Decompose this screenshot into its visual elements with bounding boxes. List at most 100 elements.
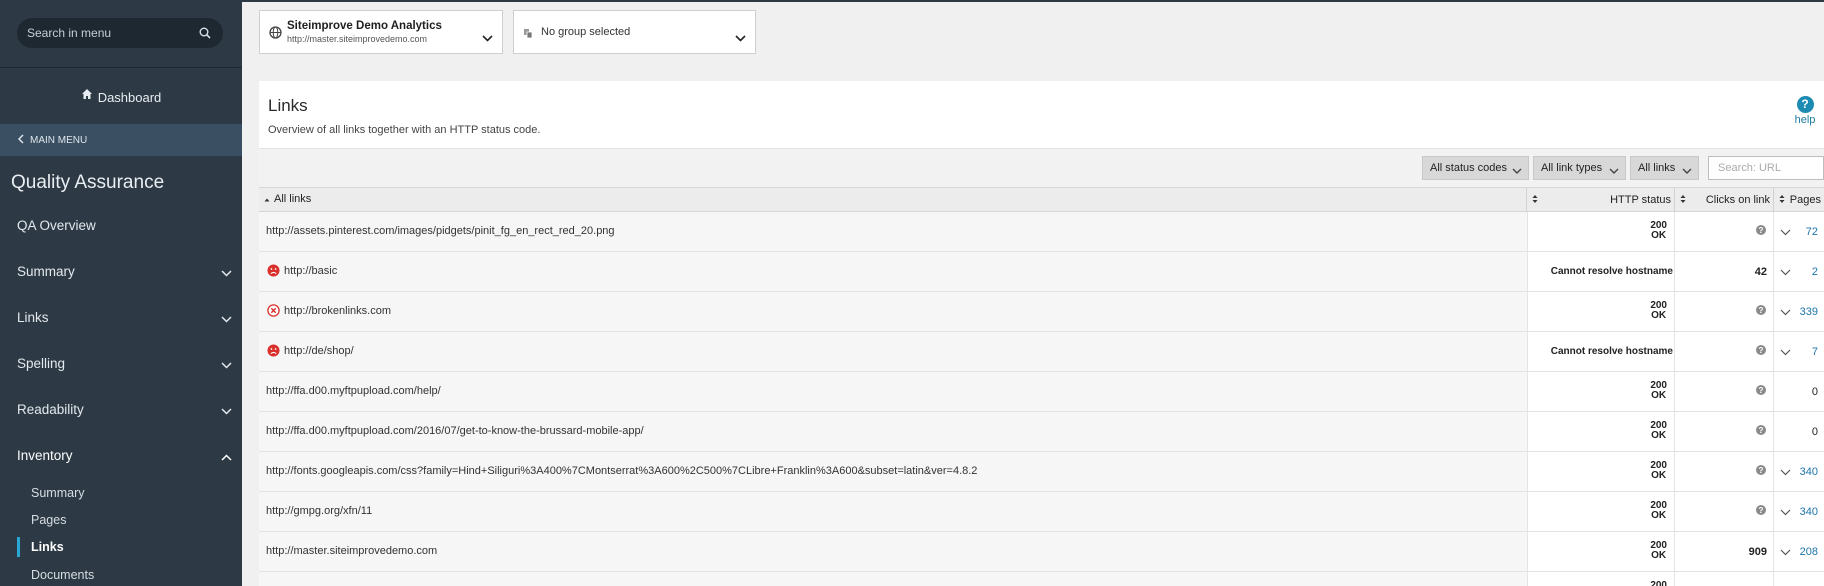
table-row[interactable]: http://fonts.googleapis.com/css?family=H… — [259, 452, 1824, 492]
sidebar-subitem-links[interactable]: Links — [0, 534, 242, 560]
column-http-status[interactable]: HTTP status — [1527, 188, 1674, 211]
svg-text:?: ? — [1759, 426, 1764, 435]
svg-text:?: ? — [1759, 386, 1764, 395]
expand-chevron-icon[interactable] — [1780, 267, 1791, 279]
pages-cell: 339 — [1773, 292, 1824, 331]
pages-link[interactable]: 7 — [1812, 346, 1818, 358]
filter-bar: All status codes All link types All link… — [259, 148, 1824, 187]
table-row[interactable]: http://de/shop/Cannot resolve hostname? 7 — [259, 332, 1824, 372]
sort-icon — [1532, 194, 1538, 207]
expand-chevron-icon[interactable] — [1780, 347, 1791, 359]
status-error: Cannot resolve hostname — [1550, 346, 1673, 357]
sidebar-subitem-documents[interactable]: Documents — [0, 562, 242, 586]
column-clicks[interactable]: Clicks on link — [1675, 188, 1773, 211]
clicks-cell: ? — [1674, 212, 1773, 251]
pages-link[interactable]: 72 — [1806, 226, 1818, 238]
link-url[interactable]: http://fonts.googleapis.com/css?family=H… — [266, 465, 977, 477]
unknown-info-icon[interactable]: ? — [1756, 305, 1766, 318]
menu-search[interactable] — [17, 18, 223, 48]
help-button[interactable]: ? help — [1789, 96, 1821, 126]
globe-icon — [269, 26, 282, 44]
sidebar: Dashboard MAIN MENU Quality Assurance QA… — [0, 0, 242, 586]
sidebar-item-spelling[interactable]: Spelling — [0, 340, 242, 386]
section-title: Quality Assurance — [11, 172, 165, 193]
link-url[interactable]: http://basic — [284, 265, 337, 277]
table-row[interactable]: 200 — [259, 572, 1824, 586]
table-row[interactable]: http://ffa.d00.myftpupload.com/2016/07/g… — [259, 412, 1824, 452]
expand-chevron-icon[interactable] — [1780, 547, 1791, 559]
expand-chevron-icon[interactable] — [1780, 227, 1791, 239]
expand-chevron-icon[interactable] — [1780, 507, 1791, 519]
sidebar-item-links[interactable]: Links — [0, 294, 242, 340]
http-status-cell: Cannot resolve hostname — [1527, 332, 1674, 371]
sidebar-item-qa-overview[interactable]: QA Overview — [0, 202, 242, 248]
link-types-filter[interactable]: All link types — [1533, 156, 1626, 180]
link-url[interactable]: http://master.siteimprovedemo.com — [266, 545, 437, 557]
sidebar-item-readability[interactable]: Readability — [0, 386, 242, 432]
sidebar-item-label: QA Overview — [17, 217, 96, 233]
sidebar-subitem-pages[interactable]: Pages — [0, 507, 242, 533]
expand-chevron-icon[interactable] — [1780, 467, 1791, 479]
link-url[interactable]: http://ffa.d00.myftpupload.com/2016/07/g… — [266, 425, 644, 437]
dashboard-link[interactable]: Dashboard — [0, 72, 242, 122]
menu-search-input[interactable] — [27, 26, 197, 40]
link-url[interactable]: http://gmpg.org/xfn/11 — [266, 505, 372, 517]
link-url[interactable]: http://de/shop/ — [284, 345, 354, 357]
link-url[interactable]: http://ffa.d00.myftpupload.com/help/ — [266, 385, 441, 397]
column-all-links[interactable]: All links — [259, 188, 1526, 211]
table-row[interactable]: http://gmpg.org/xfn/11 200 OK? 340 — [259, 492, 1824, 532]
clicks-cell: ? — [1674, 372, 1773, 411]
clicks-cell: 909 — [1674, 532, 1773, 571]
unknown-info-icon[interactable]: ? — [1756, 505, 1766, 518]
table-row[interactable]: http://basic Cannot resolve hostname 42 2 — [259, 252, 1824, 292]
pages-cell: 2 — [1773, 252, 1824, 291]
sad-face-icon — [267, 344, 280, 362]
site-url: http://master.siteimprovedemo.com — [287, 34, 428, 44]
http-status-cell: Cannot resolve hostname — [1527, 252, 1674, 291]
sidebar-item-label: Links — [17, 309, 49, 325]
site-selector[interactable]: Siteimprove Demo Analytics http://master… — [259, 10, 503, 54]
clicks-cell: ? — [1674, 332, 1773, 371]
sidebar-subitem-summary[interactable]: Summary — [0, 480, 242, 506]
link-url[interactable]: http://brokenlinks.com — [284, 305, 391, 317]
group-selector[interactable]: No group selected — [513, 10, 756, 54]
status-text: OK — [1651, 390, 1667, 401]
unknown-info-icon[interactable]: ? — [1756, 225, 1766, 238]
sidebar-item-inventory[interactable]: Inventory — [0, 432, 242, 478]
pages-link[interactable]: 340 — [1800, 506, 1818, 518]
table-header: All links HTTP status Clicks on link Pag… — [259, 187, 1824, 212]
table-row[interactable]: http://brokenlinks.com 200 OK? 339 — [259, 292, 1824, 332]
pages-link[interactable]: 339 — [1800, 306, 1818, 318]
expand-chevron-icon[interactable] — [1780, 307, 1791, 319]
status-codes-filter[interactable]: All status codes — [1422, 156, 1529, 180]
unknown-info-icon[interactable]: ? — [1756, 465, 1766, 478]
svg-text:?: ? — [1759, 226, 1764, 235]
chevron-down-icon — [221, 403, 232, 418]
table-row[interactable]: http://assets.pinterest.com/images/pidge… — [259, 212, 1824, 252]
sad-face-icon — [267, 264, 280, 282]
url-search[interactable] — [1708, 156, 1824, 180]
sidebar-subitem-label: Documents — [31, 568, 95, 582]
search-icon[interactable] — [199, 26, 211, 44]
status-text: OK — [1651, 510, 1667, 521]
http-status-cell: 200 OK — [1527, 532, 1674, 571]
link-url[interactable]: http://assets.pinterest.com/images/pidge… — [266, 225, 615, 237]
pages-link[interactable]: 340 — [1800, 466, 1818, 478]
clicks-cell: ? — [1674, 452, 1773, 491]
pages-value: 0 — [1811, 426, 1818, 438]
pages-link[interactable]: 2 — [1812, 266, 1818, 278]
pages-link[interactable]: 208 — [1800, 546, 1818, 558]
url-search-input[interactable] — [1718, 162, 1818, 174]
unknown-info-icon[interactable]: ? — [1756, 425, 1766, 438]
sidebar-item-summary[interactable]: Summary — [0, 248, 242, 294]
unknown-info-icon[interactable]: ? — [1756, 385, 1766, 398]
unknown-info-icon[interactable]: ? — [1756, 345, 1766, 358]
clicks-value: 909 — [1748, 546, 1767, 558]
site-name: Siteimprove Demo Analytics — [287, 20, 442, 32]
sidebar-divider — [0, 67, 242, 68]
links-filter[interactable]: All links — [1630, 156, 1699, 180]
table-row[interactable]: http://master.siteimprovedemo.com 200 OK 90… — [259, 532, 1824, 572]
main-menu-back[interactable]: MAIN MENU — [0, 124, 242, 156]
table-row[interactable]: http://ffa.d00.myftpupload.com/help/200 O… — [259, 372, 1824, 412]
column-pages[interactable]: Pages — [1774, 188, 1824, 211]
